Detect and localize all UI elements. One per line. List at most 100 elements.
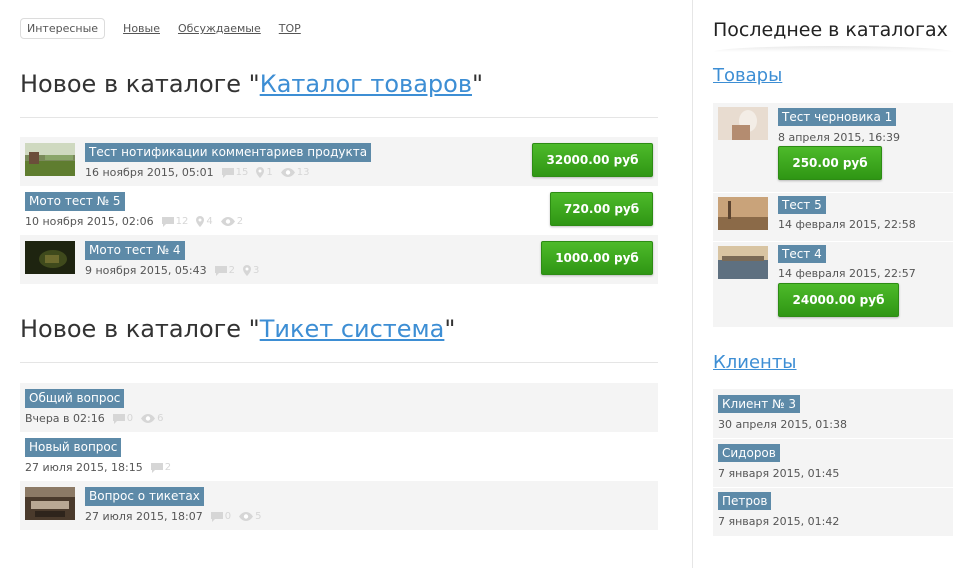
price-button[interactable]: 720.00 руб xyxy=(550,192,653,226)
item-meta: 16 ноября 2015, 05:01 15 1 13 xyxy=(85,166,309,179)
sidebar-item-date: 14 февраля 2015, 22:58 xyxy=(778,218,916,231)
comment-icon xyxy=(222,168,234,178)
sidebar-category-products[interactable]: Товары xyxy=(713,65,782,86)
view-count: 6 xyxy=(141,413,163,424)
comment-count: 2 xyxy=(151,462,171,473)
view-count: 5 xyxy=(239,511,261,522)
ticket-thumbnail[interactable] xyxy=(25,487,75,520)
eye-icon xyxy=(239,512,253,521)
sidebar-item: Тест черновика 1 8 апреля 2015, 16:39 25… xyxy=(713,103,953,192)
sidebar-item: Сидоров 7 января 2015, 01:45 xyxy=(713,438,953,487)
comment-count-value: 15 xyxy=(235,167,249,178)
item-date: 10 ноября 2015, 02:06 xyxy=(25,215,154,228)
sidebar-divider xyxy=(692,0,693,568)
view-count-value: 13 xyxy=(296,167,310,178)
sidebar-item-title[interactable]: Клиент № 3 xyxy=(718,395,800,413)
location-count-value: 3 xyxy=(252,265,260,276)
list-item: Новый вопрос 27 июля 2015, 18:15 2 xyxy=(20,432,658,481)
location-count-value: 4 xyxy=(206,216,213,227)
item-title[interactable]: Вопрос о тикетах xyxy=(85,487,204,506)
tab-new[interactable]: Новые xyxy=(123,22,160,35)
sidebar-item-title[interactable]: Тест 5 xyxy=(778,196,826,214)
item-title[interactable]: Мото тест № 4 xyxy=(85,241,185,260)
section-divider xyxy=(20,117,658,118)
comment-count: 0 xyxy=(211,511,231,522)
comment-count-value: 2 xyxy=(228,265,235,276)
tab-top[interactable]: TOP xyxy=(279,22,301,35)
view-count-value: 2 xyxy=(236,216,244,227)
item-title[interactable]: Новый вопрос xyxy=(25,438,122,457)
eye-icon xyxy=(281,168,295,177)
section-title-prefix: Новое в каталоге " xyxy=(20,70,260,98)
eye-icon xyxy=(221,217,235,226)
item-date: 27 июля 2015, 18:15 xyxy=(25,461,143,474)
sidebar-category-clients[interactable]: Клиенты xyxy=(713,352,797,373)
view-count-value: 6 xyxy=(157,413,164,424)
comment-count: 12 xyxy=(162,216,189,227)
sidebar-item-date: 14 февраля 2015, 22:57 xyxy=(778,267,916,280)
filter-tabs: Интересные Новые Обсуждаемые TOP xyxy=(20,18,319,39)
item-title[interactable]: Тест нотификации комментариев продукта xyxy=(85,143,372,162)
price-button[interactable]: 32000.00 руб xyxy=(532,143,653,177)
sidebar-price-button[interactable]: 250.00 руб xyxy=(778,146,882,180)
sidebar-item-title[interactable]: Петров xyxy=(718,492,772,510)
catalog-link-products[interactable]: Каталог товаров xyxy=(260,70,472,98)
sidebar-item-title[interactable]: Тест черновика 1 xyxy=(778,108,897,126)
sidebar-item-date: 7 января 2015, 01:42 xyxy=(718,515,840,528)
section-title-tickets: Новое в каталоге "Тикет система" xyxy=(20,315,455,343)
sidebar-item: Петров 7 января 2015, 01:42 xyxy=(713,487,953,536)
location-pin-icon xyxy=(196,216,204,227)
comment-icon xyxy=(215,266,227,276)
sidebar-item: Клиент № 3 30 апреля 2015, 01:38 xyxy=(713,389,953,438)
tab-interesting[interactable]: Интересные xyxy=(20,18,106,39)
item-date: 16 ноября 2015, 05:01 xyxy=(85,166,214,179)
comment-icon xyxy=(113,414,125,424)
view-count: 2 xyxy=(221,216,243,227)
location-pin-icon xyxy=(243,265,251,276)
item-title[interactable]: Мото тест № 5 xyxy=(25,192,125,211)
sidebar-clients-box: Клиент № 3 30 апреля 2015, 01:38 Сидоров… xyxy=(713,389,953,536)
location-count-value: 1 xyxy=(266,167,273,178)
sidebar-item-date: 7 января 2015, 01:45 xyxy=(718,467,840,480)
sidebar-thumbnail[interactable] xyxy=(718,197,768,230)
sidebar-item-date: 8 апреля 2015, 16:39 xyxy=(778,131,901,144)
comment-count: 2 xyxy=(215,265,235,276)
sidebar-item-title[interactable]: Тест 4 xyxy=(778,245,826,263)
comment-icon xyxy=(162,217,174,227)
section-title-prefix: Новое в каталоге " xyxy=(20,315,260,343)
ticket-list: Общий вопрос Вчера в 02:16 0 6 Новый воп… xyxy=(20,383,658,530)
price-button[interactable]: 1000.00 руб xyxy=(541,241,653,275)
list-item: Мото тест № 5 10 ноября 2015, 02:06 12 4… xyxy=(20,186,658,235)
location-count: 3 xyxy=(243,265,259,276)
product-thumbnail[interactable] xyxy=(25,143,75,176)
list-item: Вопрос о тикетах 27 июля 2015, 18:07 0 5 xyxy=(20,481,658,530)
tab-discussed[interactable]: Обсуждаемые xyxy=(178,22,261,35)
list-item: Тест нотификации комментариев продукта 1… xyxy=(20,137,658,186)
product-list: Тест нотификации комментариев продукта 1… xyxy=(20,137,658,284)
sidebar-item: Тест 5 14 февраля 2015, 22:58 xyxy=(713,192,953,241)
product-thumbnail[interactable] xyxy=(25,241,75,274)
item-date: Вчера в 02:16 xyxy=(25,412,105,425)
location-pin-icon xyxy=(256,167,264,178)
item-title[interactable]: Общий вопрос xyxy=(25,389,125,408)
sidebar-item: Тест 4 14 февраля 2015, 22:57 24000.00 р… xyxy=(713,241,953,326)
item-meta: Вчера в 02:16 0 6 xyxy=(25,412,163,425)
comment-count-value: 0 xyxy=(126,413,134,424)
view-count: 13 xyxy=(281,167,310,178)
comment-count-value: 12 xyxy=(175,216,189,227)
comment-count-value: 0 xyxy=(224,511,232,522)
comment-count: 0 xyxy=(113,413,133,424)
comment-icon xyxy=(211,512,223,522)
item-meta: 9 ноября 2015, 05:43 2 3 xyxy=(85,264,259,277)
item-date: 27 июля 2015, 18:07 xyxy=(85,510,203,523)
sidebar-item-title[interactable]: Сидоров xyxy=(718,444,780,462)
location-count: 4 xyxy=(196,216,213,227)
sidebar-thumbnail[interactable] xyxy=(718,107,768,140)
item-date: 9 ноября 2015, 05:43 xyxy=(85,264,207,277)
sidebar-item-date: 30 апреля 2015, 01:38 xyxy=(718,418,848,431)
comment-count-value: 2 xyxy=(164,462,172,473)
catalog-link-tickets[interactable]: Тикет система xyxy=(260,315,445,343)
sidebar-title: Последнее в каталогах xyxy=(713,19,948,41)
sidebar-price-button[interactable]: 24000.00 руб xyxy=(778,283,899,317)
sidebar-thumbnail[interactable] xyxy=(718,246,768,279)
